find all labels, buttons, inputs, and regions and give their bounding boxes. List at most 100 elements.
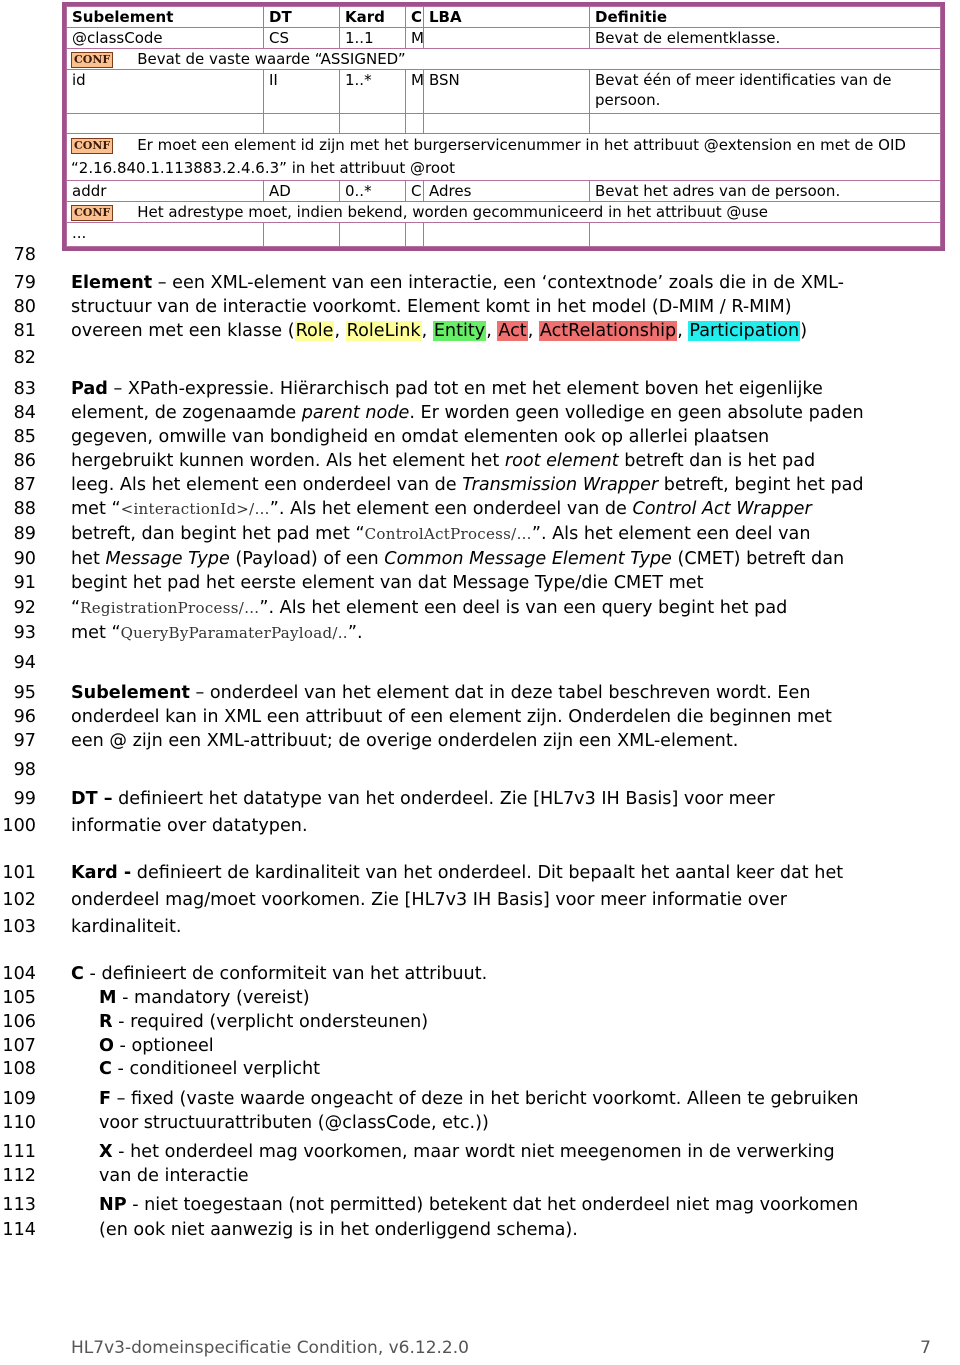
table-row-spacer bbox=[66, 113, 941, 134]
line-number: 106 bbox=[2, 1012, 36, 1032]
term-x: X bbox=[99, 1142, 113, 1162]
conf-badge: CONF bbox=[71, 52, 114, 68]
line-89: 89 betreft, dan begint het pad met “Cont… bbox=[0, 522, 960, 546]
line-101: 101 Kard - definieert de kardinaliteit v… bbox=[0, 861, 960, 885]
line-84: 84 element, de zogenaamde parent node. E… bbox=[0, 401, 960, 425]
conformance-row: CONF Er moet een element id zijn met het … bbox=[66, 133, 941, 181]
line-number: 99 bbox=[13, 789, 36, 809]
conf-badge: CONF bbox=[71, 138, 114, 154]
code-path: <interactionId>/… bbox=[120, 500, 270, 518]
cell-c: M bbox=[405, 27, 424, 49]
line-104: 104 C - definieert de conformiteit van h… bbox=[0, 962, 960, 986]
line-number: 91 bbox=[13, 573, 36, 593]
line-110: 110 voor structuurattributen (@classCode… bbox=[0, 1111, 960, 1135]
line-99: 99 DT – definieert het datatype van het … bbox=[0, 787, 960, 811]
cell-subelement: id bbox=[66, 69, 264, 114]
line-112: 112 van de interactie bbox=[0, 1164, 960, 1188]
cell-definitie: Bevat één of meer identificaties van de … bbox=[589, 69, 941, 114]
highlight-actrelationship: ActRelationship bbox=[538, 321, 678, 341]
line-number: 105 bbox=[2, 988, 36, 1008]
line-103: 103 kardinaliteit. bbox=[0, 915, 960, 939]
line-94: 94 bbox=[0, 651, 960, 675]
term-pad: Pad bbox=[71, 379, 108, 399]
line-114: 114 (en ook niet aanwezig is in het onde… bbox=[0, 1218, 960, 1242]
line-102: 102 onderdeel mag/moet voorkomen. Zie [H… bbox=[0, 888, 960, 912]
line-number: 96 bbox=[13, 707, 36, 727]
cell-dt: CS bbox=[263, 27, 340, 49]
page-number: 7 bbox=[920, 1338, 931, 1358]
line-number: 93 bbox=[13, 623, 36, 643]
line-100: 100 informatie over datatypen. bbox=[0, 814, 960, 838]
header-kard: Kard bbox=[339, 6, 406, 28]
term-subelement: Subelement bbox=[71, 683, 190, 703]
line-number: 82 bbox=[13, 348, 36, 368]
document-title: HL7v3-domeinspecificatie Condition, v6.1… bbox=[71, 1338, 469, 1358]
term-r: R bbox=[99, 1012, 113, 1032]
highlight-entity: Entity bbox=[432, 321, 487, 341]
line-number: 95 bbox=[13, 683, 36, 703]
cell-kard: 1..1 bbox=[339, 27, 406, 49]
table-row: @classCode CS 1..1 M Bevat de elementkla… bbox=[66, 27, 941, 49]
line-96: 96 onderdeel kan in XML een attribuut of… bbox=[0, 705, 960, 729]
line-number: 84 bbox=[13, 403, 36, 423]
line-number: 78 bbox=[13, 245, 36, 265]
line-85: 85 gegeven, omwille van bondigheid en om… bbox=[0, 425, 960, 449]
cell-dt: II bbox=[263, 69, 340, 114]
line-87: 87 leeg. Als het element een onderdeel v… bbox=[0, 473, 960, 497]
line-98: 98 bbox=[0, 758, 960, 782]
line-88: 88 met “<interactionId>/…”. Als het elem… bbox=[0, 497, 960, 521]
table-header-row: Subelement DT Kard C LBA Definitie bbox=[66, 6, 941, 28]
code-path: ControlActProcess/… bbox=[364, 525, 532, 543]
line-95: 95 Subelement – onderdeel van het elemen… bbox=[0, 681, 960, 705]
line-number: 98 bbox=[13, 760, 36, 780]
conformance-row: CONF Bevat de vaste waarde “ASSIGNED” bbox=[66, 48, 941, 70]
line-number: 100 bbox=[2, 816, 36, 836]
header-definitie: Definitie bbox=[589, 6, 941, 28]
line-number: 112 bbox=[2, 1166, 36, 1186]
term-dt: DT – bbox=[71, 789, 113, 809]
line-91: 91 begint het pad het eerste element van… bbox=[0, 571, 960, 595]
subelement-table: Subelement DT Kard C LBA Definitie @clas… bbox=[62, 2, 945, 251]
line-number: 85 bbox=[13, 427, 36, 447]
cell-lba: Adres bbox=[423, 180, 590, 202]
conf-badge: CONF bbox=[71, 205, 114, 221]
line-106: 106 R - required (verplicht ondersteunen… bbox=[0, 1010, 960, 1034]
term-f: F bbox=[99, 1089, 112, 1109]
header-subelement: Subelement bbox=[66, 6, 264, 28]
line-number: 107 bbox=[2, 1036, 36, 1056]
term-o: O bbox=[99, 1036, 114, 1056]
line-number: 113 bbox=[2, 1195, 36, 1215]
line-number: 103 bbox=[2, 917, 36, 937]
term-element: Element bbox=[71, 273, 153, 293]
line-80: 80 structuur van de interactie voorkomt.… bbox=[0, 295, 960, 319]
conformance-text: Bevat de vaste waarde “ASSIGNED” bbox=[137, 50, 406, 68]
page-footer: HL7v3-domeinspecificatie Condition, v6.1… bbox=[71, 1336, 931, 1360]
line-number: 79 bbox=[13, 273, 36, 293]
line-111: 111 X - het onderdeel mag voorkomen, maa… bbox=[0, 1140, 960, 1164]
line-86: 86 hergebruikt kunnen worden. Als het el… bbox=[0, 449, 960, 473]
cell-dt: AD bbox=[263, 180, 340, 202]
line-number: 110 bbox=[2, 1113, 36, 1133]
line-92: 92 “RegistrationProcess/…”. Als het elem… bbox=[0, 596, 960, 620]
line-number: 86 bbox=[13, 451, 36, 471]
line-109: 109 F – fixed (vaste waarde ongeacht of … bbox=[0, 1087, 960, 1111]
line-number: 104 bbox=[2, 964, 36, 984]
line-107: 107 O - optioneel bbox=[0, 1034, 960, 1058]
line-number: 114 bbox=[2, 1220, 36, 1240]
line-number: 111 bbox=[2, 1142, 36, 1162]
line-number: 102 bbox=[2, 890, 36, 910]
line-number: 94 bbox=[13, 653, 36, 673]
term-np: NP bbox=[99, 1195, 127, 1215]
cell-subelement: addr bbox=[66, 180, 264, 202]
cell-definitie: Bevat het adres van de persoon. bbox=[589, 180, 941, 202]
cell-kard: 1..* bbox=[339, 69, 406, 114]
line-number: 90 bbox=[13, 549, 36, 569]
line-number: 83 bbox=[13, 379, 36, 399]
highlight-participation: Participation bbox=[688, 321, 801, 341]
line-105: 105 M - mandatory (vereist) bbox=[0, 986, 960, 1010]
header-lba: LBA bbox=[423, 6, 590, 28]
line-78: 78 bbox=[0, 243, 960, 267]
line-83: 83 Pad – XPath-expressie. Hiërarchisch p… bbox=[0, 377, 960, 401]
line-93: 93 met “QueryByParamaterPayload/..”. bbox=[0, 621, 960, 645]
code-path: RegistrationProcess/… bbox=[80, 599, 260, 617]
